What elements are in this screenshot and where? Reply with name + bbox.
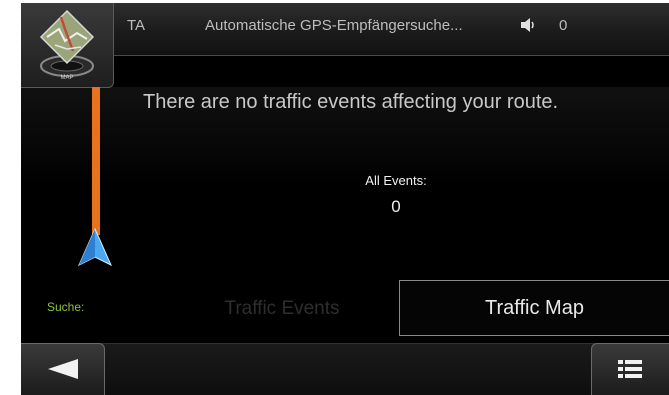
bottom-bar [21,343,669,395]
back-button[interactable] [21,343,105,395]
menu-button[interactable] [591,343,669,395]
all-events-label: All Events: [365,173,427,188]
status-count: 0 [559,17,568,34]
all-events-count: 0 [391,197,401,216]
search-label: Suche: [47,300,85,314]
map-button[interactable]: MAP [21,3,114,88]
gps-status-text: Automatische GPS-Empfängersuche... [205,17,463,34]
navigation-screen: TA Automatische GPS-Empfängersuche... 0 … [21,3,669,395]
back-arrow-icon [48,359,78,379]
tab-traffic-map[interactable]: Traffic Map [399,280,669,336]
no-events-message: There are no traffic events affecting yo… [143,91,559,113]
navigation-arrow-icon [77,227,113,267]
status-bar: TA Automatische GPS-Empfängersuche... 0 [113,3,669,56]
menu-list-icon [618,360,642,378]
map-icon-label: MAP [60,75,73,81]
tab-traffic-events[interactable]: Traffic Events [167,283,397,335]
ta-label[interactable]: TA [127,17,145,34]
map-icon: MAP [39,9,95,81]
speaker-icon[interactable] [518,15,538,35]
route-progress-bar [92,87,100,235]
